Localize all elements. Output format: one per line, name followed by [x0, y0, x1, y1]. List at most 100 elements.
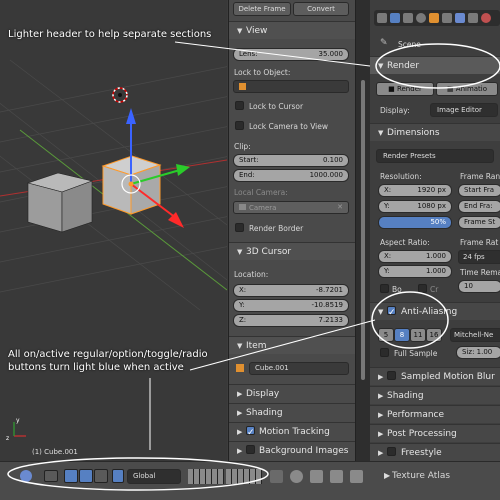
scene-tab-icon[interactable]	[390, 13, 400, 23]
pivot-point-icon[interactable]	[20, 470, 32, 482]
object-tab-icon[interactable]	[429, 13, 439, 23]
background-images-checkbox[interactable]	[246, 445, 255, 454]
render-presets-select[interactable]: Render Presets	[376, 149, 494, 163]
render-button[interactable]: ■ Render	[376, 82, 434, 96]
aa-samples-11-radio[interactable]: 11	[410, 328, 426, 342]
rotate-manipulator-icon[interactable]	[79, 469, 93, 483]
res-x-label: X:	[384, 186, 392, 194]
texture-atlas-expand-icon[interactable]: ▶	[384, 471, 390, 480]
camera-value: Camera	[249, 204, 277, 212]
cursor-z-field[interactable]: Z: 7.2133	[233, 314, 349, 327]
pin-icon[interactable]: ✎	[380, 38, 388, 48]
shading-panel-header[interactable]: ▶ Shading	[229, 403, 355, 421]
frame-rate-select[interactable]: 24 fps	[458, 250, 500, 264]
item-name-field[interactable]: Cube.001	[249, 362, 349, 375]
local-camera-field[interactable]: Camera ✕	[233, 201, 349, 214]
scale-manipulator-icon[interactable]	[94, 469, 108, 483]
delete-frame-button[interactable]: Delete Frame	[233, 2, 291, 16]
performance-panel-header[interactable]: ▶ Performance	[370, 405, 500, 423]
shading-panel-header[interactable]: ▶ Shading	[370, 386, 500, 404]
snap-element-icon[interactable]	[310, 470, 323, 483]
display-header-label: Display	[246, 389, 280, 399]
material-tab-icon[interactable]	[481, 13, 491, 23]
modifiers-tab-icon[interactable]	[455, 13, 465, 23]
3d-cursor-panel-header[interactable]: ▼ 3D Cursor	[229, 242, 355, 260]
render-border-label: Render Border	[249, 224, 304, 233]
post-processing-panel-header[interactable]: ▶ Post Processing	[370, 424, 500, 442]
render-panel-header[interactable]: ▼ Render	[370, 56, 500, 74]
clip-start-field[interactable]: Start: 0.100	[233, 154, 349, 167]
display-select[interactable]: Image Editor	[430, 103, 498, 117]
time-remap-field[interactable]: 10	[458, 280, 500, 293]
collapse-triangle-icon: ▼	[237, 248, 243, 256]
aspect-x-field[interactable]: X: 1.000	[378, 250, 452, 263]
resolution-percent-slider[interactable]: 50%	[378, 216, 452, 229]
aa-filter-select[interactable]: Mitchell-Ne	[450, 328, 500, 342]
motion-tracking-checkbox[interactable]	[246, 424, 255, 442]
world-tab-icon[interactable]	[416, 13, 426, 23]
aa-samples-8-radio[interactable]: 8	[394, 328, 410, 342]
camera-view-icon[interactable]	[350, 470, 363, 483]
resolution-x-field[interactable]: X: 1920 px	[378, 184, 452, 197]
frame-step-field[interactable]: Frame St	[458, 216, 500, 229]
end-frame-field[interactable]: End Fra:	[458, 200, 500, 213]
resolution-y-field[interactable]: Y: 1080 px	[378, 200, 452, 213]
3d-cursor-icon	[112, 87, 128, 103]
post-processing-label: Post Processing	[387, 429, 457, 439]
filter-size-field[interactable]: Siz: 1.00	[456, 346, 500, 359]
constraints-tab-icon[interactable]	[442, 13, 452, 23]
view-panel-header[interactable]: ▼ View	[229, 21, 355, 39]
film-icon: ▦	[446, 85, 456, 93]
lock-object-field[interactable]	[233, 80, 349, 93]
layers-grid-2-icon[interactable]	[226, 469, 262, 484]
layers-grid-icon[interactable]	[188, 469, 224, 484]
clip-end-label: End:	[239, 171, 255, 179]
camera-icon	[239, 204, 246, 210]
full-sample-checkbox[interactable]	[380, 348, 389, 357]
motion-tracking-panel-header[interactable]: ▶ Motion Tracking	[229, 422, 355, 442]
crop-checkbox[interactable]	[418, 284, 427, 293]
aspect-y-field[interactable]: Y: 1.000	[378, 265, 452, 278]
lock-to-cursor-checkbox[interactable]	[235, 101, 244, 110]
anti-aliasing-checkbox[interactable]	[387, 304, 396, 322]
manipulator-toggle-icon[interactable]	[44, 470, 58, 482]
freestyle-panel-header[interactable]: ▶ Freestyle	[370, 443, 500, 461]
cursor-z-label: Z:	[239, 316, 247, 324]
cube-icon	[236, 364, 244, 372]
background-images-panel-header[interactable]: ▶ Background Images	[229, 441, 355, 459]
render-border-checkbox[interactable]	[235, 223, 244, 232]
transform-orientation-select[interactable]: Global	[127, 469, 181, 484]
border-checkbox[interactable]	[380, 284, 389, 293]
n-panel-scrollbar[interactable]	[361, 80, 365, 380]
only-render-icon[interactable]	[330, 470, 343, 483]
convert-button[interactable]: Convert	[293, 2, 349, 16]
dimensions-panel-header[interactable]: ▼ Dimensions	[370, 123, 500, 141]
cursor-y-field[interactable]: Y: -10.8519	[233, 299, 349, 312]
motion-blur-checkbox[interactable]	[387, 371, 396, 380]
motion-blur-panel-header[interactable]: ▶ Sampled Motion Blur	[370, 367, 500, 385]
freestyle-checkbox[interactable]	[387, 447, 396, 456]
translate-manipulator-icon[interactable]	[64, 469, 78, 483]
anti-aliasing-panel-header[interactable]: ▼ Anti-Aliasing	[370, 302, 500, 322]
3d-viewport[interactable]: y z (1) Cube.001	[0, 0, 227, 500]
clip-end-field[interactable]: End: 1000.000	[233, 169, 349, 182]
cursor-x-field[interactable]: X: -8.7201	[233, 284, 349, 297]
lens-field[interactable]: Lens: 35.000	[233, 48, 349, 61]
res-x-value: 1920 px	[417, 186, 446, 194]
aa-samples-5-radio[interactable]: 5	[378, 328, 394, 342]
display-panel-header[interactable]: ▶ Display	[229, 384, 355, 402]
start-frame-field[interactable]: Start Fra	[458, 184, 500, 197]
render-tab-icon[interactable]	[377, 13, 387, 23]
proportional-edit-icon[interactable]	[290, 470, 303, 483]
snap-icon[interactable]	[270, 470, 283, 483]
res-y-value: 1080 px	[417, 202, 446, 210]
aspect-y-value: 1.000	[425, 267, 446, 275]
animation-button[interactable]: ▦ Animatio	[436, 82, 498, 96]
data-tab-icon[interactable]	[468, 13, 478, 23]
render-layers-tab-icon[interactable]	[403, 13, 413, 23]
item-panel-header[interactable]: ▼ Item	[229, 336, 355, 354]
clear-x-icon[interactable]: ✕	[337, 202, 343, 213]
clip-end-value: 1000.000	[309, 171, 343, 179]
lock-camera-to-view-checkbox[interactable]	[235, 121, 244, 130]
aa-samples-16-radio[interactable]: 16	[426, 328, 442, 342]
